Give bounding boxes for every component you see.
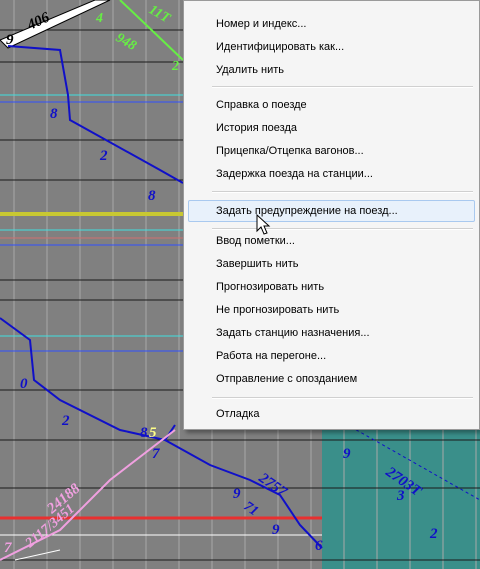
menu-item-delete-thread[interactable]: Удалить нить: [188, 59, 475, 81]
context-menu: Номер и индекс... Идентифицировать как..…: [183, 0, 480, 430]
menu-separator: [212, 191, 473, 193]
label-blue-8b: 8: [148, 188, 156, 204]
label-2-green: 2: [171, 59, 179, 74]
label-blue-6: 6: [315, 538, 323, 554]
menu-item-no-forecast-thread[interactable]: Не прогнозировать нить: [188, 299, 475, 321]
label-teal-2: 2: [429, 526, 438, 542]
label-5: 5: [149, 425, 157, 441]
label-4: 4: [95, 11, 103, 26]
menu-item-identify-as[interactable]: Идентифицировать как...: [188, 36, 475, 58]
label-pink-7: 7: [4, 540, 12, 556]
menu-item-couple-uncouple[interactable]: Прицепка/Отцепка вагонов...: [188, 140, 475, 162]
menu-item-destination-station[interactable]: Задать станцию назначения...: [188, 322, 475, 344]
menu-item-forecast-thread[interactable]: Прогнозировать нить: [188, 276, 475, 298]
menu-item-set-warning[interactable]: Задать предупреждение на поезд...: [188, 200, 475, 222]
menu-item-station-delay[interactable]: Задержка поезда на станции...: [188, 163, 475, 185]
label-teal-3: 3: [396, 488, 405, 504]
label-blue-0: 0: [20, 376, 28, 392]
label-route-9: 9: [6, 32, 14, 48]
label-blue-9b: 9: [272, 522, 280, 538]
menu-separator: [212, 86, 473, 88]
menu-item-late-departure[interactable]: Отправление с опозданием: [188, 368, 475, 390]
label-blue-8: 8: [50, 106, 58, 122]
label-blue-8c: 8: [140, 425, 148, 441]
menu-item-train-info[interactable]: Справка о поезде: [188, 94, 475, 116]
label-blue-9: 9: [233, 486, 241, 502]
menu-separator: [212, 397, 473, 399]
label-blue-7: 7: [152, 446, 160, 462]
menu-item-number-index[interactable]: Номер и индекс...: [188, 13, 475, 35]
menu-item-finish-thread[interactable]: Завершить нить: [188, 253, 475, 275]
label-teal-9: 9: [343, 446, 351, 462]
menu-item-stage-work[interactable]: Работа на перегоне...: [188, 345, 475, 367]
menu-item-train-history[interactable]: История поезда: [188, 117, 475, 139]
menu-item-add-note[interactable]: Ввод пометки...: [188, 230, 475, 252]
mouse-cursor-icon: [256, 214, 271, 235]
menu-item-debug[interactable]: Отладка: [188, 403, 475, 425]
label-blue-2b: 2: [61, 413, 70, 429]
label-blue-2: 2: [99, 148, 108, 164]
